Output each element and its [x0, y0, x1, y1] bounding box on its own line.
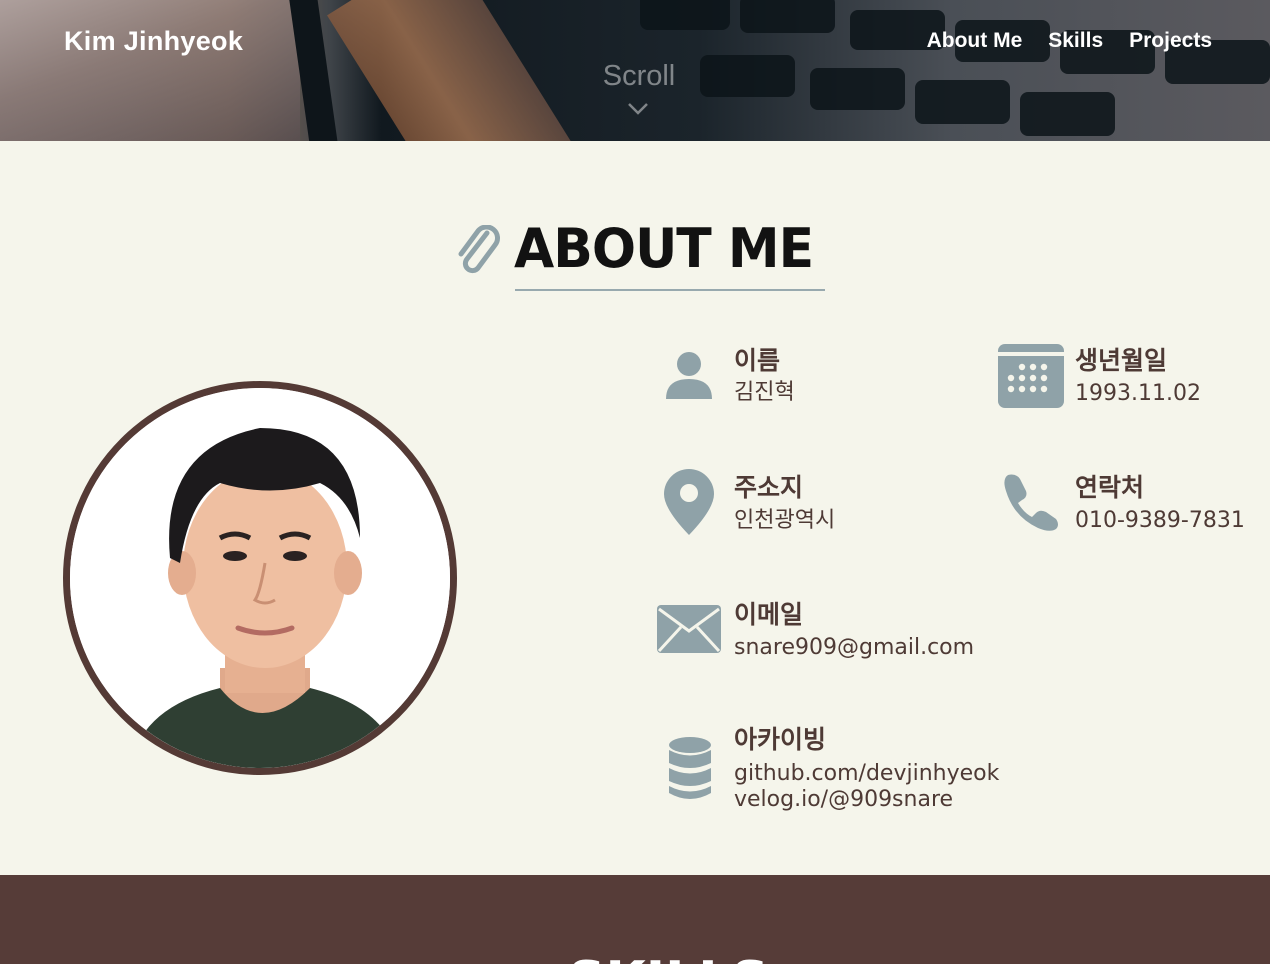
section-title-about: ABOUT ME [514, 217, 814, 281]
phone-label: 연락처 [1075, 473, 1145, 502]
name-label: 이름 [734, 346, 781, 375]
archive-velog-link[interactable]: velog.io/@909snare [734, 787, 953, 813]
birth-value: 1993.11.02 [1075, 381, 1201, 406]
chevron-down-icon[interactable] [627, 102, 649, 116]
birth-label: 생년월일 [1075, 346, 1168, 375]
keyboard-key [740, 0, 835, 33]
site-brand[interactable]: Kim Jinhyeok [64, 26, 243, 57]
keyboard-key [640, 0, 730, 30]
envelope-icon [657, 605, 721, 653]
address-label: 주소지 [734, 473, 804, 502]
hero-background-pencil [327, 0, 573, 141]
name-value: 김진혁 [734, 380, 795, 405]
nav-skills[interactable]: Skills [1048, 29, 1103, 53]
keyboard-key [915, 80, 1010, 124]
profile-photo [63, 381, 457, 775]
location-pin-icon [664, 469, 714, 535]
hero-background-left [0, 0, 300, 141]
section-title-skills: SKILLS [568, 951, 769, 964]
keyboard-key [810, 68, 905, 110]
nav-about-me[interactable]: About Me [927, 29, 1023, 53]
nav-projects[interactable]: Projects [1129, 29, 1212, 53]
skills-section: SKILLS [0, 875, 1270, 964]
about-section: ABOUT ME 이름 김진혁 생년월일 1993.11.02 주소지 인천광역… [0, 141, 1270, 875]
hero-banner: Kim Jinhyeok About Me Skills Projects Sc… [0, 0, 1270, 141]
database-icon [669, 737, 711, 799]
phone-icon [1004, 474, 1058, 531]
main-nav: About Me Skills Projects [927, 29, 1212, 53]
title-underline [515, 289, 825, 291]
archive-github-link[interactable]: github.com/devjinhyeok [734, 761, 999, 787]
paperclip-icon [458, 225, 500, 274]
calendar-icon [998, 344, 1064, 408]
keyboard-key [1020, 92, 1115, 136]
email-label: 이메일 [734, 600, 804, 629]
phone-value: 010-9389-7831 [1075, 508, 1245, 533]
scroll-hint[interactable]: Scroll [600, 60, 678, 93]
address-value: 인천광역시 [734, 508, 836, 533]
user-icon [666, 352, 712, 399]
keyboard-key [700, 55, 795, 97]
archive-label: 아카이빙 [734, 725, 827, 754]
email-value[interactable]: snare909@gmail.com [734, 635, 974, 661]
profile-portrait [70, 388, 450, 768]
